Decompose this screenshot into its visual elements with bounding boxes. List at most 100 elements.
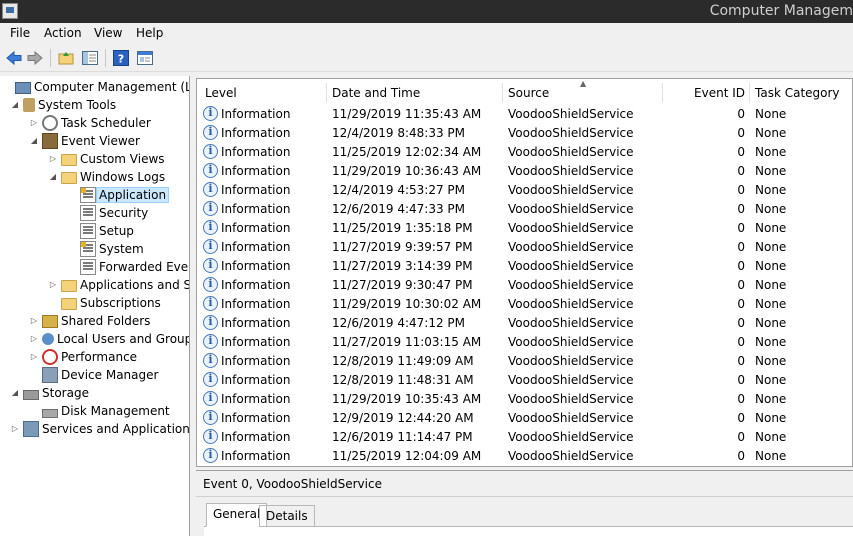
tree-item-event-viewer[interactable]: ◢ Event Viewer	[29, 132, 140, 150]
expand-arrow-icon[interactable]: ▷	[29, 316, 39, 326]
cell-date-and-time: 12/8/2019 11:49:09 AM	[332, 354, 474, 368]
tree-item-performance[interactable]: ▷ Performance	[29, 348, 137, 366]
table-row[interactable]: Information 11/29/2019 11:35:43 AM VoodooS…	[197, 105, 852, 124]
tree-item-system[interactable]: System	[67, 240, 144, 258]
cell-source: VoodooShieldService	[508, 335, 634, 349]
table-row[interactable]: Information 11/27/2019 9:30:47 PM VoodooSh…	[197, 276, 852, 295]
tree-item-local-users-and-groups[interactable]: ▷ Local Users and Groups	[29, 330, 189, 348]
column-divider[interactable]	[502, 83, 503, 103]
menu-action[interactable]: Action	[44, 26, 82, 40]
expand-arrow-icon[interactable]: ▷	[29, 352, 39, 362]
information-icon	[203, 315, 218, 330]
tree-item-services-and-applications[interactable]: ▷ Services and Applications	[10, 420, 190, 438]
tree-item-application[interactable]: Application	[67, 186, 170, 204]
tree-item-computer-management[interactable]: Computer Management (Local	[2, 78, 189, 96]
cell-task-category: None	[755, 278, 787, 292]
table-row[interactable]: Information 12/8/2019 11:48:31 AM VoodooSh…	[197, 371, 852, 390]
table-row[interactable]: Information 11/27/2019 11:03:15 AM VoodooS…	[197, 333, 852, 352]
cell-date-and-time: 12/6/2019 4:47:33 PM	[332, 202, 466, 216]
expand-arrow-icon[interactable]: ▷	[29, 334, 39, 344]
table-row[interactable]: Information 11/25/2019 12:04:09 AM VoodooS…	[197, 447, 852, 466]
cell-date-and-time: 11/27/2019 9:30:47 PM	[332, 278, 473, 292]
tree-item-applications-and-services[interactable]: ▷ Applications and Se	[48, 276, 189, 294]
cell-event-id: 0	[737, 392, 745, 406]
table-row[interactable]: Information 12/6/2019 11:14:47 PM VoodooSh…	[197, 428, 852, 447]
expand-arrow-icon[interactable]: ▷	[29, 118, 39, 128]
help-icon[interactable]: ?	[112, 49, 130, 67]
back-arrow-icon[interactable]	[5, 49, 23, 67]
column-divider[interactable]	[662, 83, 663, 103]
column-header-event-id[interactable]: Event ID	[669, 83, 745, 103]
tree-item-security[interactable]: Security	[67, 204, 148, 222]
tree-item-device-manager[interactable]: Device Manager	[29, 366, 158, 384]
information-icon	[203, 429, 218, 444]
table-row[interactable]: Information 12/4/2019 8:48:33 PM VoodooShi…	[197, 124, 852, 143]
disk-icon	[42, 408, 58, 418]
cell-level: Information	[221, 373, 291, 387]
expand-arrow-icon[interactable]: ▷	[10, 424, 20, 434]
up-folder-icon[interactable]	[57, 49, 75, 67]
column-header-source[interactable]: Source	[508, 83, 549, 103]
collapse-arrow-icon[interactable]: ◢	[29, 136, 39, 146]
collapse-arrow-icon[interactable]: ◢	[10, 100, 20, 110]
table-row[interactable]: Information 12/6/2019 4:47:33 PM VoodooShi…	[197, 200, 852, 219]
forward-arrow-icon[interactable]	[26, 49, 44, 67]
collapse-arrow-icon[interactable]: ◢	[48, 172, 58, 182]
show-hide-console-tree-icon[interactable]	[81, 49, 99, 67]
cell-task-category: None	[755, 316, 787, 330]
tree-item-system-tools[interactable]: ◢ System Tools	[10, 96, 116, 114]
tree-item-subscriptions[interactable]: Subscriptions	[48, 294, 161, 312]
tree-item-setup[interactable]: Setup	[67, 222, 134, 240]
tree-item-windows-logs[interactable]: ◢ Windows Logs	[48, 168, 165, 186]
tree-item-storage[interactable]: ◢ Storage	[10, 384, 89, 402]
cell-date-and-time: 12/6/2019 11:14:47 PM	[332, 430, 473, 444]
tree-item-shared-folders[interactable]: ▷ Shared Folders	[29, 312, 150, 330]
table-row[interactable]: Information 12/6/2019 4:47:12 PM VoodooShi…	[197, 314, 852, 333]
tree-item-label: Computer Management (Local	[34, 80, 189, 94]
column-divider[interactable]	[749, 83, 750, 103]
column-header-level[interactable]: Level	[205, 83, 237, 103]
collapse-arrow-icon[interactable]: ◢	[10, 388, 20, 398]
table-row[interactable]: Information 11/29/2019 10:35:43 AM VoodooS…	[197, 390, 852, 409]
tree-item-task-scheduler[interactable]: ▷ Task Scheduler	[29, 114, 151, 132]
properties-icon[interactable]	[136, 49, 154, 67]
tree-item-custom-views[interactable]: ▷ Custom Views	[48, 150, 165, 168]
table-row[interactable]: Information 12/8/2019 11:49:09 AM VoodooSh…	[197, 352, 852, 371]
cell-event-id: 0	[737, 297, 745, 311]
table-row[interactable]: Information 11/27/2019 9:39:57 PM VoodooSh…	[197, 238, 852, 257]
event-viewer-icon	[42, 133, 58, 149]
cell-level: Information	[221, 449, 291, 463]
tree-item-label: Subscriptions	[80, 296, 161, 310]
cell-date-and-time: 11/29/2019 10:30:02 AM	[332, 297, 482, 311]
column-header-date-and-time[interactable]: Date and Time	[332, 83, 420, 103]
menu-file[interactable]: File	[10, 26, 30, 40]
menu-help[interactable]: Help	[136, 26, 163, 40]
table-row[interactable]: Information 11/25/2019 12:02:34 AM VoodooS…	[197, 143, 852, 162]
table-row[interactable]: Information 11/29/2019 10:30:02 AM VoodooS…	[197, 295, 852, 314]
tree-item-forwarded-events[interactable]: Forwarded Event	[67, 258, 189, 276]
menu-view[interactable]: View	[94, 26, 122, 40]
tree-item-label: Services and Applications	[42, 422, 190, 436]
column-divider[interactable]	[326, 83, 327, 103]
table-row[interactable]: Information 11/27/2019 3:14:39 PM VoodooSh…	[197, 257, 852, 276]
computer-icon	[15, 81, 31, 94]
cell-task-category: None	[755, 430, 787, 444]
column-header-task-category[interactable]: Task Category	[755, 83, 840, 103]
cell-source: VoodooShieldService	[508, 411, 634, 425]
table-row[interactable]: Information 11/29/2019 10:36:43 AM VoodooS…	[197, 162, 852, 181]
tree-item-disk-management[interactable]: Disk Management	[29, 402, 170, 420]
information-icon	[203, 201, 218, 216]
expander[interactable]	[2, 82, 12, 92]
table-row[interactable]: Information 12/4/2019 4:53:27 PM VoodooShi…	[197, 181, 852, 200]
cell-date-and-time: 11/29/2019 11:35:43 AM	[332, 107, 482, 121]
cell-level: Information	[221, 297, 291, 311]
expand-arrow-icon[interactable]: ▷	[48, 154, 58, 164]
table-row[interactable]: Information 12/9/2019 12:44:20 AM VoodooSh…	[197, 409, 852, 428]
cell-level: Information	[221, 126, 291, 140]
tab-details[interactable]: Details	[259, 505, 315, 527]
computer-management-icon[interactable]	[2, 3, 18, 19]
table-row[interactable]: Information 11/25/2019 1:35:18 PM VoodooSh…	[197, 219, 852, 238]
cell-source: VoodooShieldService	[508, 145, 634, 159]
expand-arrow-icon[interactable]: ▷	[48, 280, 58, 290]
information-icon	[203, 258, 218, 273]
